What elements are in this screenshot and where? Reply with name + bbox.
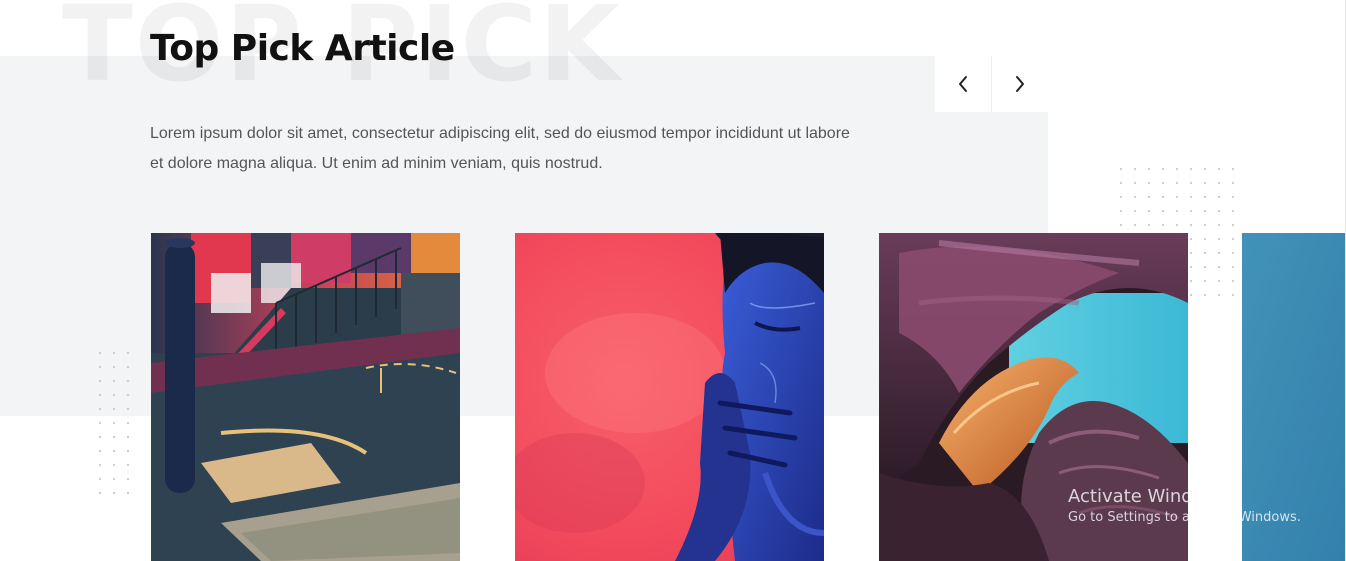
carousel-next-button[interactable] [991, 56, 1048, 112]
article-card-image[interactable] [879, 233, 1188, 561]
basketball-court-photo [151, 233, 460, 561]
section-title: Top Pick Article [150, 28, 455, 69]
article-card-image[interactable] [1242, 233, 1346, 561]
chevron-right-icon [1016, 76, 1024, 92]
article-card-image[interactable] [151, 233, 460, 561]
chevron-left-icon [959, 76, 967, 92]
dot-pattern-decoration [93, 346, 141, 498]
carousel-prev-button[interactable] [935, 56, 991, 112]
canyon-rock-formation-photo [879, 233, 1188, 561]
blue-painted-face-portrait-photo [515, 233, 824, 561]
partial-blue-sky-photo [1242, 233, 1346, 561]
carousel-nav [935, 56, 1048, 112]
section-description: Lorem ipsum dolor sit amet, consectetur … [150, 125, 850, 172]
article-card-image[interactable] [515, 233, 824, 561]
